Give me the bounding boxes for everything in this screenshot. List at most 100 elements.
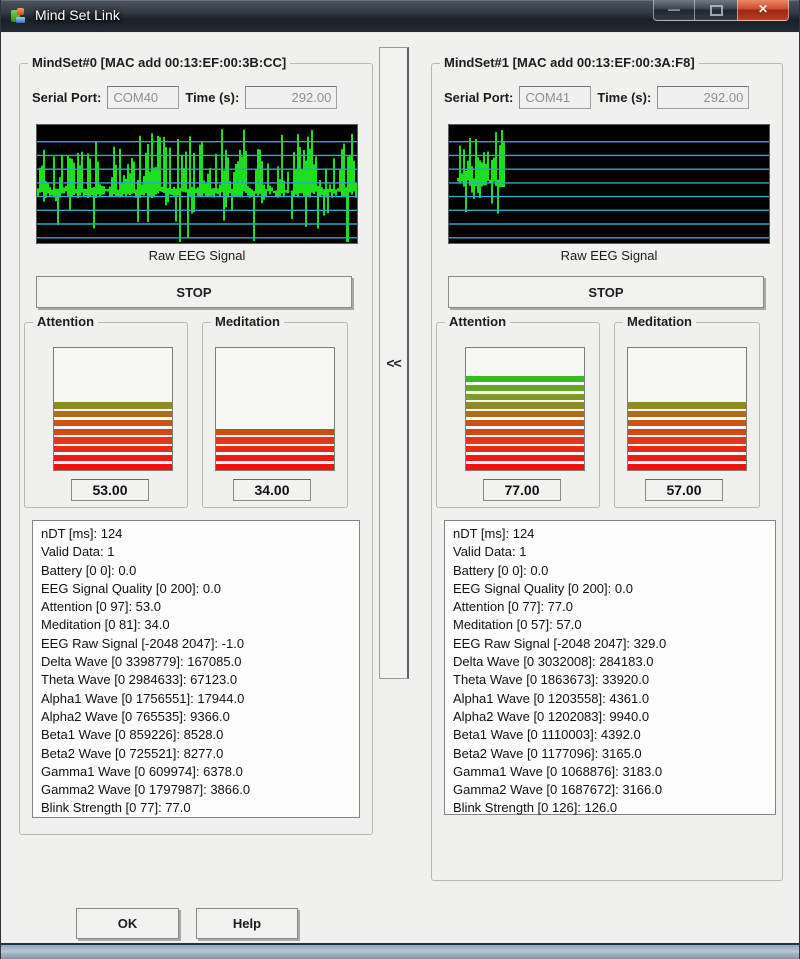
serial-port-input[interactable]: COM40 (107, 86, 180, 109)
stop-button[interactable]: STOP (36, 276, 352, 308)
maximize-button[interactable] (695, 0, 737, 21)
ok-button[interactable]: OK (76, 908, 179, 939)
time-input[interactable]: 292.00 (245, 86, 338, 109)
attention-legend: Attention (445, 314, 511, 329)
mindset0-group: MindSet#0 [MAC add 00:13:EF:00:3B:CC] Se… (19, 55, 373, 835)
info-line: Alpha2 Wave [0 1202083]: 9940.0 (453, 708, 650, 724)
info-line: Alpha1 Wave [0 1756551]: 17944.0 (41, 690, 245, 706)
attention-meter (53, 347, 173, 471)
meter-segment (54, 411, 172, 418)
info-line: EEG Raw Signal [-2048 2047]: 329.0 (453, 635, 667, 651)
help-button[interactable]: Help (196, 908, 298, 939)
meter-segment (54, 463, 172, 470)
raw-eeg-plot (36, 124, 358, 244)
info-line: EEG Signal Quality [0 200]: 0.0 (41, 580, 221, 596)
meditation-meter (627, 347, 747, 471)
meter-segment (628, 455, 746, 462)
stop-button[interactable]: STOP (448, 276, 764, 308)
time-input[interactable]: 292.00 (657, 86, 750, 109)
info-line: Beta2 Wave [0 725521]: 8277.0 (41, 745, 224, 761)
meter-segment (216, 463, 334, 470)
eeg-plot-caption: Raw EEG Signal (560, 248, 658, 263)
info-line: Valid Data: 1 (41, 544, 115, 560)
info-line: Delta Wave [0 3032008]: 284183.0 (453, 654, 654, 670)
info-line: Attention [0 97]: 53.0 (41, 599, 161, 615)
info-line: Beta2 Wave [0 1177096]: 3165.0 (453, 745, 642, 761)
mindset1-legend: MindSet#1 [MAC add 00:13:EF:00:3A:F8] (440, 55, 699, 70)
meter-segment (628, 463, 746, 470)
attention-value: 77.00 (483, 479, 561, 501)
attention-group: Attention 53.00 (24, 314, 188, 508)
info-line: Theta Wave [0 1863673]: 33920.0 (453, 672, 650, 688)
info-line: Battery [0 0]: 0.0 (453, 562, 549, 578)
info-line: Meditation [0 57]: 57.0 (453, 617, 582, 633)
info-line: Battery [0 0]: 0.0 (41, 562, 137, 578)
meditation-legend: Meditation (211, 314, 284, 329)
info-line: Beta1 Wave [0 1110003]: 4392.0 (453, 727, 641, 743)
meter-segment (466, 376, 584, 383)
meter-segment (54, 402, 172, 409)
info-line: Gamma2 Wave [0 1797987]: 3866.0 (41, 782, 251, 798)
info-line: Blink Strength [0 126]: 126.0 (453, 800, 618, 816)
info-line: Beta1 Wave [0 859226]: 8528.0 (41, 727, 224, 743)
mindset1-group: MindSet#1 [MAC add 00:13:EF:00:3A:F8] Se… (431, 55, 783, 881)
time-label: Time (s): (185, 90, 240, 105)
title-bar: Mind Set Link — ✕ (1, 0, 799, 32)
meter-segment (628, 411, 746, 418)
meter-segment (466, 393, 584, 400)
meter-segment (54, 446, 172, 453)
meter-segment (54, 428, 172, 435)
mindset0-legend: MindSet#0 [MAC add 00:13:EF:00:3B:CC] (28, 55, 291, 70)
telemetry-box: nDT [ms]: 124 Valid Data: 1 Battery [0 0]:… (32, 520, 360, 818)
info-line: nDT [ms]: 124 (453, 526, 535, 541)
minimize-button[interactable]: — (653, 0, 695, 21)
info-line: Blink Strength [0 77]: 77.0 (41, 800, 191, 816)
meter-segment (628, 437, 746, 444)
meter-segment (628, 402, 746, 409)
app-icon (10, 8, 26, 24)
eeg-waveform (449, 130, 769, 239)
meter-segment (466, 384, 584, 391)
meter-segment (466, 463, 584, 470)
attention-value: 53.00 (71, 479, 149, 501)
collapse-panel-button[interactable]: << (379, 47, 409, 679)
meter-segment (54, 455, 172, 462)
info-line: Alpha2 Wave [0 765535]: 9366.0 (41, 708, 230, 724)
mind-set-link-window: Mind Set Link — ✕ MindSet#0 [MAC add 00:… (0, 0, 800, 959)
close-button[interactable]: ✕ (737, 0, 789, 21)
meter-segment (54, 437, 172, 444)
telemetry-box: nDT [ms]: 124 Valid Data: 1 Battery [0 0]:… (444, 520, 776, 815)
meter-segment (466, 402, 584, 409)
serial-port-label: Serial Port: (444, 90, 514, 105)
meter-segment (628, 446, 746, 453)
client-area: MindSet#0 [MAC add 00:13:EF:00:3B:CC] Se… (1, 32, 799, 944)
serial-row: Serial Port: COM41 Time (s): 292.00 (444, 86, 776, 109)
meter-segment (216, 437, 334, 444)
meter-segment (54, 419, 172, 427)
raw-eeg-plot (448, 124, 770, 244)
attention-legend: Attention (33, 314, 99, 329)
info-line: Meditation [0 81]: 34.0 (41, 617, 170, 633)
eeg-waveform (37, 129, 357, 242)
info-line: Gamma2 Wave [0 1687672]: 3166.0 (453, 782, 663, 798)
info-line: Attention [0 77]: 77.0 (453, 599, 573, 615)
meter-segment (466, 428, 584, 435)
info-line: Gamma1 Wave [0 609974]: 6378.0 (41, 763, 243, 779)
info-line: Valid Data: 1 (453, 544, 527, 560)
meter-segment (628, 419, 746, 427)
meter-segment (466, 455, 584, 462)
meditation-legend: Meditation (623, 314, 696, 329)
maximize-icon (709, 5, 723, 16)
window-title: Mind Set Link (35, 7, 120, 23)
info-line: EEG Signal Quality [0 200]: 0.0 (453, 580, 633, 596)
meditation-group: Meditation 34.00 (202, 314, 348, 508)
attention-group: Attention 77.00 (436, 314, 600, 508)
meter-segment (216, 455, 334, 462)
info-line: EEG Raw Signal [-2048 2047]: -1.0 (41, 635, 245, 651)
serial-port-input[interactable]: COM41 (519, 86, 592, 109)
time-label: Time (s): (597, 90, 652, 105)
eeg-plot-caption: Raw EEG Signal (148, 248, 246, 263)
info-line: Delta Wave [0 3398779]: 167085.0 (41, 654, 242, 670)
meter-segment (216, 446, 334, 453)
meter-segment (466, 411, 584, 418)
